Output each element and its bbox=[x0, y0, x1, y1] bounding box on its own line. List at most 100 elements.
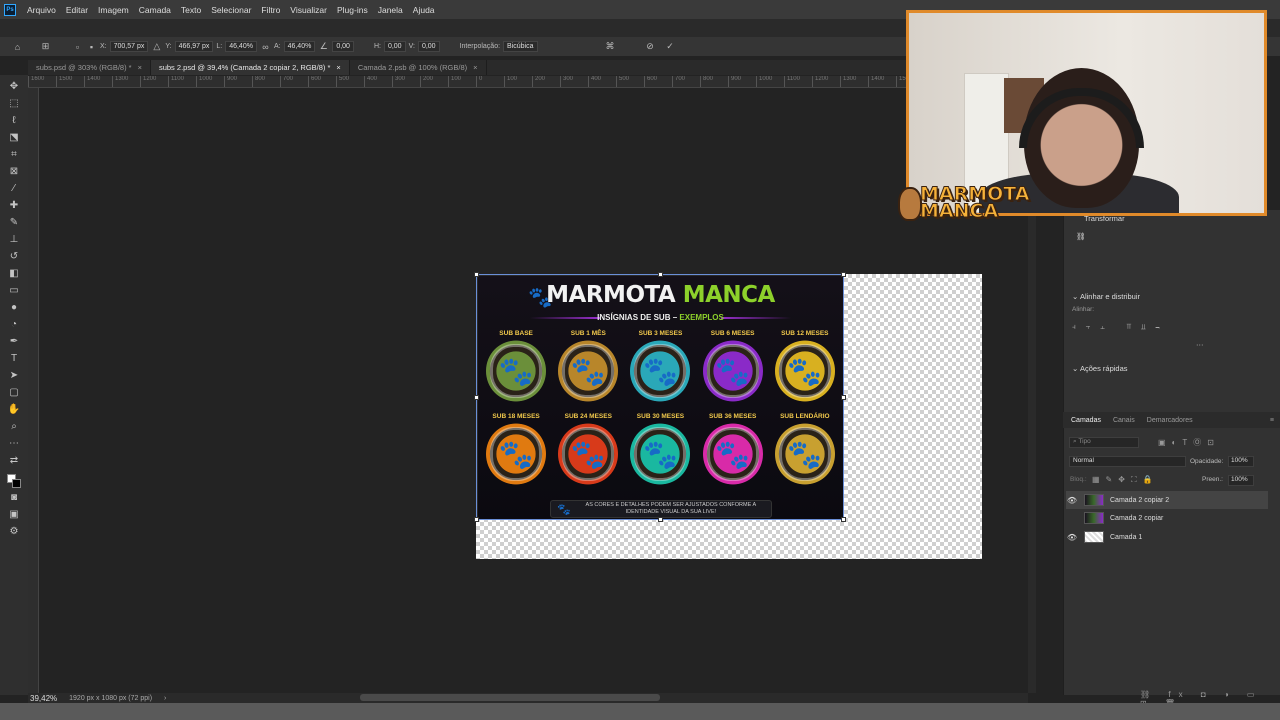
angle-field[interactable]: 0,00 bbox=[332, 41, 354, 52]
reference-point-icon[interactable]: ▫ bbox=[72, 41, 83, 52]
menu-imagem[interactable]: Imagem bbox=[93, 5, 134, 15]
home-icon[interactable]: ⌂ bbox=[12, 41, 23, 52]
interpolation-select[interactable]: Bicúbica bbox=[503, 41, 538, 52]
path-select-icon[interactable]: ➤ bbox=[6, 368, 22, 383]
vskew-label: V: bbox=[408, 43, 415, 50]
color-swatches[interactable] bbox=[7, 474, 21, 488]
menu-selecionar[interactable]: Selecionar bbox=[206, 5, 256, 15]
quick-mask-icon[interactable]: ◙ bbox=[6, 490, 22, 505]
screen-mode-icon[interactable]: ▣ bbox=[6, 507, 22, 522]
blend-mode-select[interactable]: Normal bbox=[1069, 456, 1186, 467]
menu-janela[interactable]: Janela bbox=[373, 5, 408, 15]
menu-texto[interactable]: Texto bbox=[176, 5, 206, 15]
commit-check-icon[interactable]: ✓ bbox=[665, 41, 676, 52]
swap-colors-icon[interactable]: ⇄ bbox=[6, 453, 22, 468]
tab-camadas[interactable]: Camadas bbox=[1071, 417, 1101, 424]
fill-field[interactable]: 100% bbox=[1228, 475, 1254, 486]
status-arrow-icon[interactable]: › bbox=[164, 695, 166, 702]
transform-handle[interactable] bbox=[474, 517, 479, 522]
transform-handle[interactable] bbox=[658, 272, 663, 277]
quick-actions-title[interactable]: ⌄ Ações rápidas bbox=[1072, 364, 1128, 373]
tab-camada-2[interactable]: Camada 2.psb @ 100% (RGB/8) × bbox=[350, 60, 487, 75]
lasso-tool-icon[interactable]: ℓ bbox=[6, 113, 22, 128]
layer-row[interactable]: Camada 2 copiar bbox=[1066, 509, 1268, 527]
rectangle-tool-icon[interactable]: ▢ bbox=[6, 385, 22, 400]
y-field[interactable]: 466,97 px bbox=[174, 41, 214, 52]
cancel-icon[interactable]: ⊘ bbox=[645, 41, 656, 52]
gradient-tool-icon[interactable]: ▭ bbox=[6, 283, 22, 298]
document-info[interactable]: 1920 px x 1080 px (72 ppi) bbox=[69, 695, 152, 702]
marquee-tool-icon[interactable]: ⬚ bbox=[6, 96, 22, 111]
align-buttons[interactable]: ⫞⫟⫠ ⫪⫫⫬ bbox=[1072, 322, 1170, 332]
menu-camada[interactable]: Camada bbox=[134, 5, 176, 15]
tab-subs[interactable]: subs.psd @ 303% (RGB/8) * × bbox=[28, 60, 151, 75]
history-brush-icon[interactable]: ↺ bbox=[6, 249, 22, 264]
healing-brush-icon[interactable]: ✚ bbox=[6, 198, 22, 213]
lock-icons[interactable]: ▦✎✥⛶🔒 bbox=[1092, 475, 1159, 485]
align-section-title[interactable]: ⌄ Alinhar e distribuir bbox=[1072, 292, 1140, 301]
eyedropper-tool-icon[interactable]: ⁄ bbox=[6, 181, 22, 196]
vskew-field[interactable]: 0,00 bbox=[417, 41, 440, 52]
more-options-icon[interactable]: ⋯ bbox=[1196, 340, 1204, 349]
x-field[interactable]: 700,57 px bbox=[109, 41, 149, 52]
reference-grid-icon[interactable]: ▪ bbox=[86, 41, 97, 52]
clone-stamp-icon[interactable]: ⊥ bbox=[6, 232, 22, 247]
eye-icon[interactable]: 👁 bbox=[1066, 533, 1078, 542]
zoom-tool-icon[interactable]: ⌕ bbox=[6, 419, 22, 434]
height-field[interactable]: 46,40% bbox=[283, 41, 316, 52]
ruler-tick-label: 500 bbox=[616, 76, 644, 87]
horizontal-ruler[interactable]: 1600 1500 1400 1300 1200 1100 1000 900 800 700 600… bbox=[28, 76, 1028, 88]
width-field[interactable]: 46,40% bbox=[225, 41, 257, 52]
menu-visualizar[interactable]: Visualizar bbox=[285, 5, 332, 15]
close-icon[interactable]: × bbox=[473, 63, 477, 72]
hskew-label: H: bbox=[373, 43, 381, 50]
eye-icon[interactable]: 👁 bbox=[1066, 496, 1078, 505]
transform-handle[interactable] bbox=[474, 395, 479, 400]
hskew-field[interactable]: 0,00 bbox=[383, 41, 406, 52]
tab-subs-2[interactable]: subs 2.psd @ 39,4% (Camada 2 copiar 2, R… bbox=[150, 60, 350, 75]
close-icon[interactable]: × bbox=[138, 63, 142, 72]
menu-arquivo[interactable]: Arquivo bbox=[22, 5, 61, 15]
menu-plugins[interactable]: Plug-ins bbox=[332, 5, 373, 15]
more-tools-icon[interactable]: ⋯ bbox=[6, 436, 22, 451]
eraser-tool-icon[interactable]: ◧ bbox=[6, 266, 22, 281]
menu-editar[interactable]: Editar bbox=[61, 5, 93, 15]
transform-handle[interactable] bbox=[658, 517, 663, 522]
extras-icon[interactable]: ⚙ bbox=[6, 524, 22, 539]
menu-filtro[interactable]: Filtro bbox=[256, 5, 285, 15]
dodge-tool-icon[interactable]: ◔ bbox=[6, 317, 22, 332]
panel-menu-icon[interactable]: ≡ bbox=[1270, 417, 1274, 424]
frame-tool-icon[interactable]: ⊠ bbox=[6, 164, 22, 179]
opacity-field[interactable]: 100% bbox=[1228, 456, 1254, 467]
tab-demarcadores[interactable]: Demarcadores bbox=[1147, 417, 1193, 424]
type-tool-icon[interactable]: T bbox=[6, 351, 22, 366]
delta-icon[interactable]: △ bbox=[151, 41, 162, 52]
pen-tool-icon[interactable]: ✒ bbox=[6, 334, 22, 349]
transform-handle[interactable] bbox=[474, 272, 479, 277]
transform-handle[interactable] bbox=[841, 272, 846, 277]
crop-tool-icon[interactable]: ⌗ bbox=[6, 147, 22, 162]
layer-row[interactable]: 👁 Camada 2 copiar 2 bbox=[1066, 491, 1268, 509]
brush-tool-icon[interactable]: ✎ bbox=[6, 215, 22, 230]
object-select-tool-icon[interactable]: ⬔ bbox=[6, 130, 22, 145]
menu-ajuda[interactable]: Ajuda bbox=[408, 5, 440, 15]
warp-icon[interactable]: ⌘ bbox=[605, 41, 616, 52]
vertical-ruler[interactable] bbox=[28, 88, 39, 693]
zoom-level[interactable]: 39,42% bbox=[30, 694, 57, 703]
move-tool-icon[interactable]: ✥ bbox=[6, 79, 22, 94]
blur-tool-icon[interactable]: ● bbox=[6, 300, 22, 315]
layer-row[interactable]: 👁 Camada 1 bbox=[1066, 528, 1268, 546]
background-color[interactable] bbox=[12, 479, 21, 488]
transform-bounding-box[interactable] bbox=[474, 272, 846, 522]
transform-handle[interactable] bbox=[841, 395, 846, 400]
hand-tool-icon[interactable]: ✋ bbox=[6, 402, 22, 417]
close-icon[interactable]: × bbox=[336, 63, 340, 72]
link-icon[interactable]: ∞ bbox=[260, 41, 271, 52]
horizontal-scrollbar[interactable] bbox=[360, 694, 660, 701]
transform-handle[interactable] bbox=[841, 517, 846, 522]
transform-icon[interactable]: ⊞ bbox=[40, 41, 51, 52]
layer-filter-icons[interactable]: ▣◐TⓄ⊡ bbox=[1158, 437, 1220, 448]
tab-canais[interactable]: Canais bbox=[1113, 417, 1135, 424]
link-icon[interactable]: ⛓ bbox=[1076, 232, 1086, 241]
layer-search-input[interactable]: ⌕ Tipo bbox=[1069, 437, 1139, 448]
